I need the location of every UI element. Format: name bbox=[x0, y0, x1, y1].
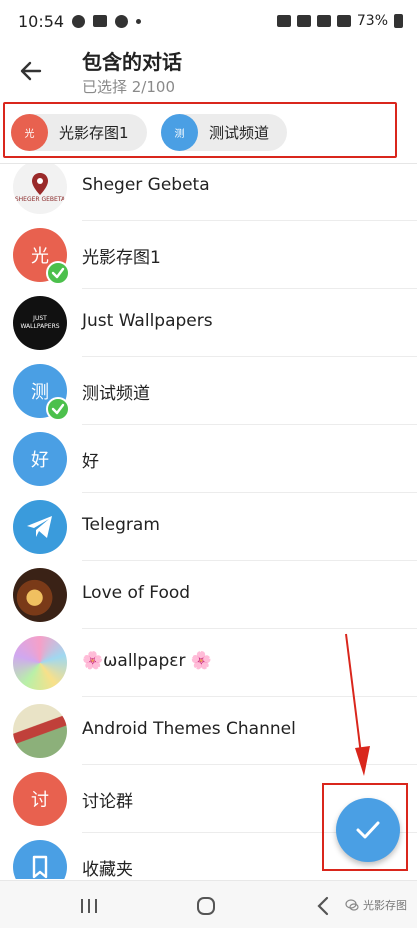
map-pin-icon bbox=[32, 172, 48, 195]
status-time: 10:54 bbox=[18, 11, 65, 31]
selected-check-badge bbox=[46, 261, 70, 285]
wifi-icon bbox=[316, 15, 331, 27]
wechat-icon bbox=[345, 899, 359, 911]
back-button[interactable] bbox=[14, 54, 48, 88]
paper-plane-icon bbox=[27, 516, 52, 538]
chat-name: Love of Food bbox=[82, 583, 191, 603]
check-icon bbox=[51, 267, 65, 279]
chat-name: Android Themes Channel bbox=[82, 719, 296, 739]
chevron-left-icon bbox=[317, 896, 329, 916]
avatar-text: SHEGER GEBETA bbox=[14, 195, 66, 203]
chat-row[interactable]: 好 好 bbox=[0, 425, 417, 493]
chat-name: 测试频道 bbox=[82, 384, 150, 404]
paw-icon bbox=[115, 14, 129, 28]
flower-art-avatar bbox=[13, 636, 67, 690]
home-button[interactable] bbox=[189, 889, 223, 923]
app-header: 包含的对话 已选择 2/100 bbox=[0, 42, 417, 100]
annotation-arrow bbox=[345, 633, 370, 776]
chat-name: Telegram bbox=[82, 515, 160, 535]
status-bar: 10:54 73% bbox=[0, 0, 417, 42]
signal-icon bbox=[336, 15, 351, 27]
battery-percent: 73% bbox=[356, 13, 388, 29]
chat-avatar: 讨 bbox=[13, 772, 67, 826]
wechat-icon bbox=[72, 14, 86, 28]
mute-icon bbox=[296, 15, 311, 27]
annotation-highlight-box bbox=[3, 102, 397, 158]
food-photo-avatar bbox=[13, 568, 67, 622]
gallery-icon bbox=[93, 15, 108, 27]
check-icon bbox=[51, 403, 65, 415]
watermark: 光影存图 bbox=[345, 897, 407, 913]
system-nav-bar: 光影存图 bbox=[0, 880, 417, 928]
chat-name: Just Wallpapers bbox=[82, 311, 213, 331]
chat-row[interactable]: 光 光影存图1 bbox=[0, 221, 417, 289]
chat-row[interactable]: JUST WALLPAPERS Just Wallpapers bbox=[0, 289, 417, 357]
chat-name: 讨论群 bbox=[82, 792, 133, 812]
chat-avatar: 好 bbox=[13, 432, 67, 486]
chat-name: 收藏夹 bbox=[82, 860, 133, 879]
recent-apps-button[interactable] bbox=[72, 889, 106, 923]
nav-back-button[interactable] bbox=[306, 889, 340, 923]
recent-apps-icon bbox=[81, 899, 97, 913]
chat-row[interactable]: Telegram bbox=[0, 493, 417, 561]
page-title: 包含的对话 bbox=[82, 50, 182, 74]
chat-name: 好 bbox=[82, 452, 99, 472]
chat-row[interactable]: Love of Food bbox=[0, 561, 417, 629]
key-icon bbox=[276, 15, 291, 27]
chat-row[interactable]: 测 测试频道 bbox=[0, 357, 417, 425]
selected-check-badge bbox=[46, 397, 70, 421]
selected-chats-bar: 光 光影存图1 测 测试频道 bbox=[0, 100, 417, 164]
chat-avatar bbox=[13, 840, 67, 879]
chat-name: Sheger Gebeta bbox=[82, 175, 210, 195]
chat-avatar: SHEGER GEBETA bbox=[13, 164, 67, 214]
more-notifications-icon bbox=[136, 18, 142, 24]
themes-avatar bbox=[13, 704, 67, 758]
home-icon bbox=[197, 897, 215, 915]
battery-icon bbox=[394, 14, 403, 28]
chat-avatar: JUST WALLPAPERS bbox=[13, 296, 67, 350]
chat-name: 光影存图1 bbox=[82, 248, 161, 268]
arrow-left-icon bbox=[20, 61, 42, 81]
check-icon bbox=[356, 821, 380, 839]
chat-name: 🌸ωallpapεr 🌸 bbox=[82, 651, 213, 671]
confirm-button[interactable] bbox=[336, 798, 400, 862]
watermark-text: 光影存图 bbox=[363, 899, 407, 912]
bookmark-icon bbox=[32, 855, 48, 879]
selection-count: 已选择 2/100 bbox=[82, 78, 175, 96]
chat-avatar bbox=[13, 500, 67, 554]
chat-row[interactable]: SHEGER GEBETA Sheger Gebeta bbox=[0, 164, 417, 221]
